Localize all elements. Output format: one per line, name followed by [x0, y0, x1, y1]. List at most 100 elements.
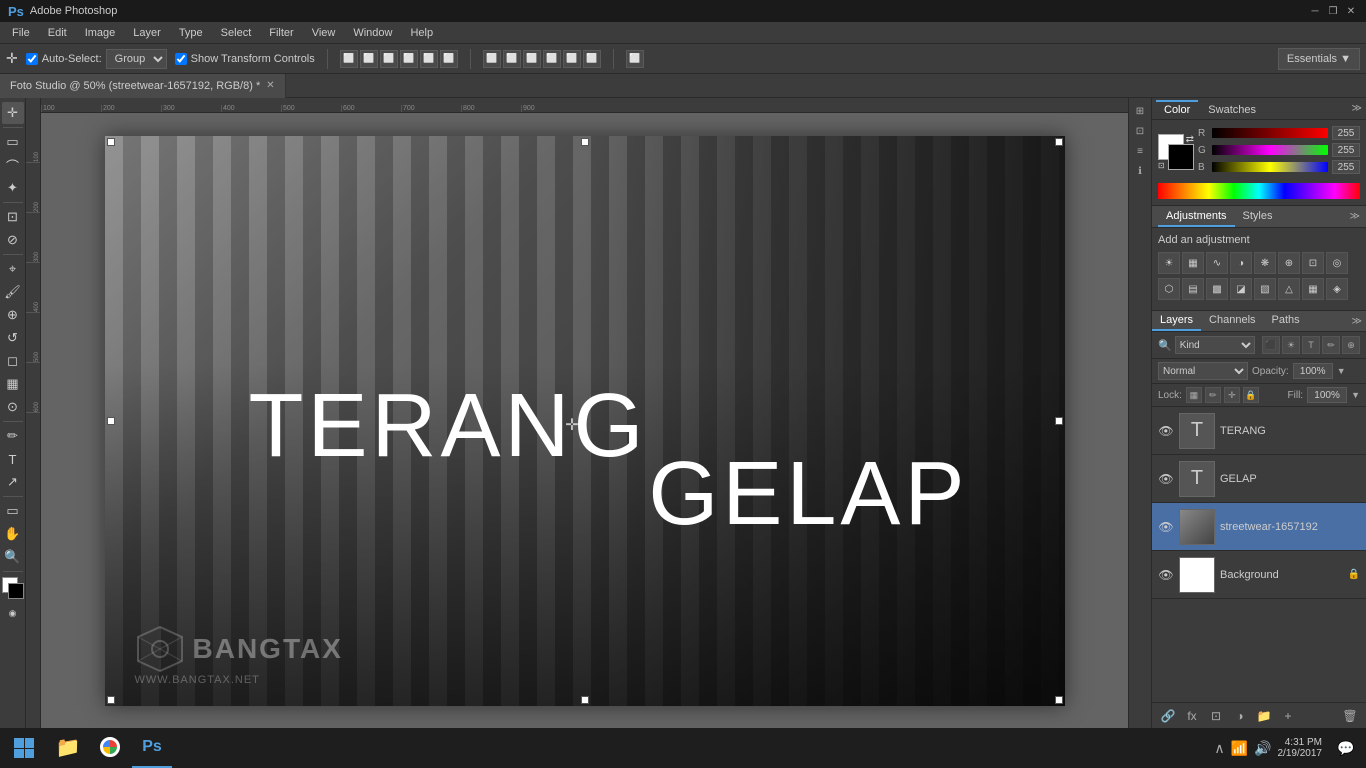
- eyedropper-tool[interactable]: ⊘: [2, 229, 24, 251]
- align-right-btn[interactable]: ⬜: [380, 50, 398, 68]
- lock-all-btn[interactable]: 🔒: [1243, 387, 1259, 403]
- close-button[interactable]: ✕: [1344, 4, 1358, 18]
- shape-tool[interactable]: ▭: [2, 500, 24, 522]
- hsl-adj-btn[interactable]: ⊕: [1278, 252, 1300, 274]
- blend-mode-dropdown[interactable]: Normal Dissolve Multiply Screen Overlay: [1158, 362, 1248, 380]
- eraser-tool[interactable]: ◻: [2, 350, 24, 372]
- menu-edit[interactable]: Edit: [40, 25, 75, 41]
- hand-tool[interactable]: ✋: [2, 523, 24, 545]
- type-tool[interactable]: T: [2, 448, 24, 470]
- menu-image[interactable]: Image: [77, 25, 124, 41]
- swatches-tab[interactable]: Swatches: [1200, 100, 1264, 118]
- brush-tool[interactable]: 🖌: [2, 281, 24, 303]
- fill-arrow[interactable]: ▼: [1351, 390, 1360, 400]
- auto-select-dropdown[interactable]: Group Layer: [106, 49, 167, 69]
- menu-help[interactable]: Help: [402, 25, 441, 41]
- b-value-input[interactable]: 255: [1332, 160, 1360, 174]
- menu-filter[interactable]: Filter: [261, 25, 301, 41]
- channels-tab[interactable]: Channels: [1201, 311, 1263, 331]
- align-left-btn[interactable]: ⬜: [340, 50, 358, 68]
- distribute-bottom-btn[interactable]: ⬜: [583, 50, 601, 68]
- channelmix-adj-btn[interactable]: ▤: [1182, 278, 1204, 300]
- marquee-tool[interactable]: ▭: [2, 131, 24, 153]
- essentials-dropdown[interactable]: Essentials ▼: [1278, 48, 1360, 70]
- selectcolor-adj-btn[interactable]: ◈: [1326, 278, 1348, 300]
- vibrance-adj-btn[interactable]: ❋: [1254, 252, 1276, 274]
- new-group-btn[interactable]: 📁: [1254, 706, 1274, 726]
- taskbar-photoshop[interactable]: Ps: [132, 728, 172, 768]
- r-value-input[interactable]: 255: [1332, 126, 1360, 140]
- align-center-btn[interactable]: ⬜: [360, 50, 378, 68]
- show-transform-checkbox[interactable]: [175, 53, 187, 65]
- filter-shape-btn[interactable]: ✏: [1322, 336, 1340, 354]
- document-tab[interactable]: Foto Studio @ 50% (streetwear-1657192, R…: [0, 74, 286, 98]
- tray-volume-icon[interactable]: 🔊: [1254, 740, 1271, 757]
- distribute-center-btn[interactable]: ⬜: [503, 50, 521, 68]
- menu-window[interactable]: Window: [345, 25, 400, 41]
- bw-adj-btn[interactable]: ◎: [1326, 252, 1348, 274]
- layer-item-streetwear[interactable]: 👁 streetwear-1657192: [1152, 503, 1366, 551]
- gradmap-adj-btn[interactable]: ▦: [1302, 278, 1324, 300]
- colorlookup-adj-btn[interactable]: ▩: [1206, 278, 1228, 300]
- doc-tab-close[interactable]: ✕: [266, 80, 274, 91]
- move-tool[interactable]: ✛: [2, 102, 24, 124]
- pen-tool[interactable]: ✏: [2, 425, 24, 447]
- filter-smart-btn[interactable]: ⊕: [1342, 336, 1360, 354]
- notification-center-btn[interactable]: 💬: [1330, 728, 1362, 768]
- switch-colors-icon[interactable]: ⇄: [1186, 134, 1194, 145]
- path-select-tool[interactable]: ↗: [2, 471, 24, 493]
- menu-view[interactable]: View: [304, 25, 344, 41]
- arrange-btn[interactable]: ⬜: [626, 50, 644, 68]
- filter-pixel-btn[interactable]: ⬛: [1262, 336, 1280, 354]
- magic-wand-tool[interactable]: ✦: [2, 177, 24, 199]
- tray-network-icon[interactable]: 📶: [1231, 740, 1248, 757]
- brightness-adj-btn[interactable]: ☀: [1158, 252, 1180, 274]
- canvas-wrapper[interactable]: TERANG GELAP ✛: [41, 113, 1128, 728]
- curves-adj-btn[interactable]: ∿: [1206, 252, 1228, 274]
- menu-file[interactable]: File: [4, 25, 38, 41]
- new-adj-layer-btn[interactable]: ◑: [1230, 706, 1250, 726]
- posterize-adj-btn[interactable]: ▧: [1254, 278, 1276, 300]
- invert-adj-btn[interactable]: ◪: [1230, 278, 1252, 300]
- adjustments-tab[interactable]: Adjustments: [1158, 207, 1235, 227]
- distribute-top-btn[interactable]: ⬜: [543, 50, 561, 68]
- tray-clock[interactable]: 4:31 PM 2/19/2017: [1278, 737, 1323, 759]
- lock-position-btn[interactable]: ✛: [1224, 387, 1240, 403]
- opacity-arrow[interactable]: ▼: [1337, 366, 1346, 376]
- exposure-adj-btn[interactable]: ◑: [1230, 252, 1252, 274]
- gradient-tool[interactable]: ▦: [2, 373, 24, 395]
- tray-chevron-icon[interactable]: ∧: [1214, 740, 1224, 757]
- color-spectrum[interactable]: [1158, 183, 1360, 199]
- align-middle-btn[interactable]: ⬜: [420, 50, 438, 68]
- filter-type-dropdown[interactable]: Kind Name Effect Mode Attribute Color Sm…: [1175, 336, 1255, 354]
- fill-input[interactable]: 100%: [1307, 387, 1347, 403]
- distribute-right-btn[interactable]: ⬜: [523, 50, 541, 68]
- taskbar-chrome[interactable]: [90, 728, 130, 768]
- lock-image-btn[interactable]: ✏: [1205, 387, 1221, 403]
- taskbar-explorer[interactable]: 📁: [48, 728, 88, 768]
- adj-panel-collapse[interactable]: ≫: [1350, 211, 1360, 222]
- layer-streetwear-visibility[interactable]: 👁: [1158, 519, 1174, 535]
- new-layer-btn[interactable]: +: [1278, 706, 1298, 726]
- link-layers-btn[interactable]: 🔗: [1158, 706, 1178, 726]
- photofilter-adj-btn[interactable]: ⬡: [1158, 278, 1180, 300]
- history-tool[interactable]: ↺: [2, 327, 24, 349]
- opacity-input[interactable]: 100%: [1293, 363, 1333, 379]
- color-panel-collapse[interactable]: ≫: [1352, 103, 1362, 114]
- background-color[interactable]: [1168, 144, 1194, 170]
- quick-mask-btn[interactable]: ◉: [2, 602, 24, 624]
- layer-gelap-visibility[interactable]: 👁: [1158, 471, 1174, 487]
- toolbar-fg-color[interactable]: [2, 577, 24, 599]
- lasso-tool[interactable]: ⌒: [2, 154, 24, 176]
- stamp-tool[interactable]: ⊕: [2, 304, 24, 326]
- panel-icon-3[interactable]: ≡: [1131, 142, 1149, 160]
- dodge-tool[interactable]: ⊙: [2, 396, 24, 418]
- layers-panel-collapse[interactable]: ≫: [1352, 316, 1366, 327]
- layer-item-terang[interactable]: 👁 T TERANG: [1152, 407, 1366, 455]
- distribute-mid-btn[interactable]: ⬜: [563, 50, 581, 68]
- add-style-btn[interactable]: fx: [1182, 706, 1202, 726]
- paths-tab[interactable]: Paths: [1264, 311, 1308, 331]
- panel-icon-2[interactable]: ⊡: [1131, 122, 1149, 140]
- heal-tool[interactable]: ⌖: [2, 258, 24, 280]
- g-slider-track[interactable]: [1212, 145, 1328, 155]
